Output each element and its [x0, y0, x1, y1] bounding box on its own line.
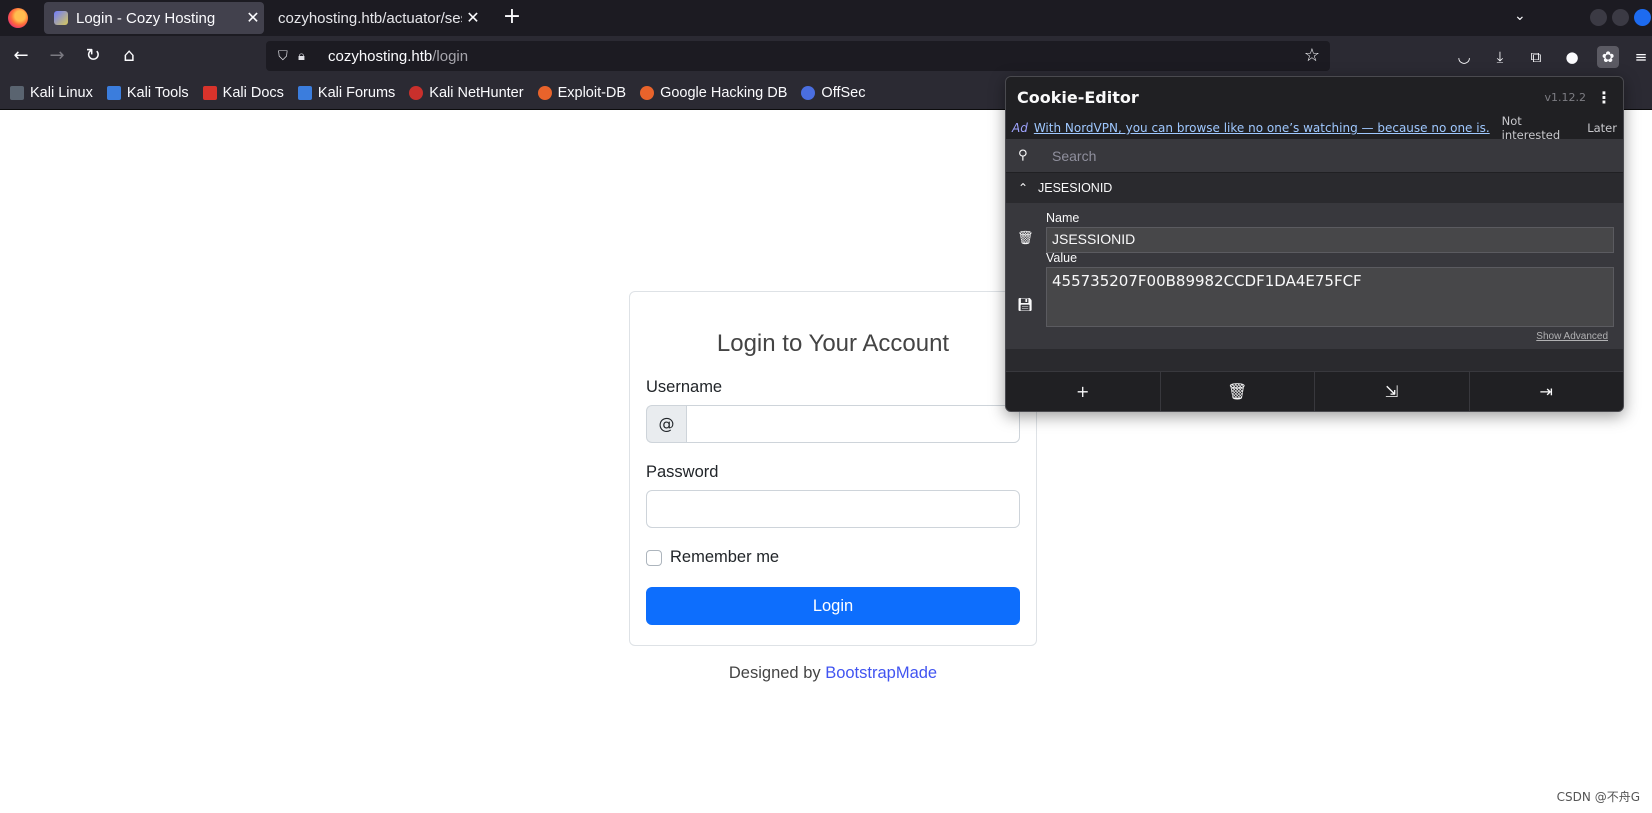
- password-label: Password: [646, 463, 719, 481]
- more-options-kebab-icon[interactable]: ⋮: [1596, 88, 1612, 107]
- at-sign-addon: @: [646, 405, 686, 443]
- show-advanced-link[interactable]: Show Advanced: [1536, 331, 1608, 342]
- list-all-tabs-chevron-icon[interactable]: ⌄: [1514, 8, 1526, 24]
- cookie-search-input[interactable]: Search: [1052, 148, 1096, 164]
- forward-arrow-icon[interactable]: →: [46, 46, 68, 68]
- cozy-hosting-favicon-icon: [54, 11, 68, 25]
- password-input[interactable]: [646, 490, 1020, 528]
- tracking-protection-shield-icon[interactable]: ⛉: [278, 49, 298, 64]
- bookmark-exploit-db[interactable]: Exploit-DB: [537, 85, 626, 101]
- search-icon: ⚲: [1018, 148, 1028, 163]
- cookie-editor-footer: + 🗑︎ ⇲ ⇥: [1006, 371, 1623, 411]
- cookie-editor-popup: Cookie-Editor v1.12.2 ⋮ Ad With NordVPN,…: [1005, 76, 1624, 412]
- credits-line: Designed by BootstrapMade: [629, 664, 1037, 683]
- nethunter-icon: [409, 85, 424, 100]
- tab-title: cozyhosting.htb/actuator/ses: [278, 9, 462, 27]
- remember-me-checkbox[interactable]: [646, 549, 662, 566]
- remember-me-row: Remember me: [646, 548, 1020, 567]
- cookie-editor-header: Cookie-Editor v1.12.2 ⋮: [1006, 77, 1623, 117]
- username-input-group: @: [646, 405, 1020, 443]
- offsec-icon: [801, 85, 816, 100]
- bookmark-google-hacking-db[interactable]: Google Hacking DB: [640, 85, 787, 101]
- import-cookies-icon[interactable]: ⇲: [1315, 372, 1470, 411]
- window-maximize-button[interactable]: [1612, 9, 1629, 26]
- ad-later-button[interactable]: Later: [1587, 121, 1617, 135]
- save-cookie-floppy-icon[interactable]: 💾︎: [1017, 298, 1034, 313]
- tab-title: Login - Cozy Hosting: [76, 9, 216, 27]
- back-arrow-icon[interactable]: ←: [10, 46, 32, 68]
- cookie-editor-title: Cookie-Editor: [1017, 87, 1139, 107]
- reload-icon[interactable]: ↻: [82, 46, 104, 68]
- bookmark-offsec[interactable]: OffSec: [801, 85, 865, 101]
- bootstrapmade-link[interactable]: BootstrapMade: [825, 664, 937, 682]
- chevron-up-icon[interactable]: ⌃: [1018, 181, 1038, 195]
- browser-tab-bar: Login - Cozy Hosting ✕ cozyhosting.htb/a…: [0, 0, 1652, 36]
- pocket-icon[interactable]: ◡: [1453, 46, 1475, 68]
- credits-prefix: Designed by: [728, 664, 826, 682]
- downloads-icon[interactable]: ⤓: [1489, 46, 1511, 68]
- login-button[interactable]: Login: [646, 587, 1020, 625]
- cookie-name-label: Name: [1046, 211, 1080, 225]
- address-bar[interactable]: ⛉ 🔒︎ cozyhosting.htb/login ☆: [266, 41, 1330, 71]
- bookmark-kali-linux[interactable]: Kali Linux: [10, 85, 93, 101]
- app-menu-hamburger-icon[interactable]: ≡: [1630, 46, 1652, 68]
- cookie-search-bar[interactable]: ⚲ Search: [1006, 139, 1623, 173]
- window-minimize-button[interactable]: [1590, 9, 1607, 26]
- cookie-row-header[interactable]: ⌃ JESESIONID: [1006, 173, 1623, 203]
- kali-tools-icon: [106, 85, 121, 100]
- tab-actuator-sessions[interactable]: cozyhosting.htb/actuator/ses ✕: [268, 2, 484, 34]
- tab-close-icon[interactable]: ✕: [242, 8, 264, 28]
- tab-login-cozy-hosting[interactable]: Login - Cozy Hosting ✕: [44, 2, 264, 34]
- bookmark-star-icon[interactable]: ☆: [1304, 45, 1320, 66]
- url-text[interactable]: cozyhosting.htb/login: [328, 48, 468, 65]
- cookie-name-field[interactable]: JSESSIONID: [1046, 227, 1614, 253]
- add-cookie-plus-icon[interactable]: +: [1006, 372, 1161, 411]
- ghdb-icon: [640, 85, 655, 100]
- tab-close-icon[interactable]: ✕: [462, 8, 484, 28]
- window-close-button[interactable]: [1634, 9, 1651, 26]
- ad-banner: Ad With NordVPN, you can browse like no …: [1006, 114, 1623, 142]
- bookmark-kali-tools[interactable]: Kali Tools: [106, 85, 189, 101]
- kali-docs-icon: [202, 85, 217, 100]
- extension-circle-icon[interactable]: ●: [1561, 46, 1583, 68]
- ad-not-interested-button[interactable]: Not interested: [1502, 114, 1576, 142]
- cookie-value-field[interactable]: 455735207F00B89982CCDF1DA4E75FCF: [1046, 267, 1614, 327]
- bookmark-kali-docs[interactable]: Kali Docs: [202, 85, 284, 101]
- bookmark-kali-forums[interactable]: Kali Forums: [297, 85, 395, 101]
- firefox-logo-icon[interactable]: [8, 8, 28, 28]
- extensions-puzzle-icon[interactable]: ⧉: [1525, 46, 1547, 68]
- csdn-watermark: CSDN @不舟G: [1556, 790, 1640, 804]
- cookie-editor-extension-icon[interactable]: ✿: [1597, 46, 1619, 68]
- cookie-editor-version: v1.12.2: [1544, 90, 1587, 104]
- home-icon[interactable]: ⌂: [118, 46, 140, 68]
- login-card: Login to Your Account Username @ Passwor…: [629, 291, 1037, 646]
- kali-forums-icon: [297, 85, 312, 100]
- new-tab-icon[interactable]: +: [500, 6, 524, 30]
- ad-tag: Ad: [1012, 121, 1028, 135]
- cookie-row-name[interactable]: JESESIONID: [1038, 181, 1112, 195]
- site-lock-icon[interactable]: 🔒︎: [298, 49, 318, 64]
- bookmark-kali-nethunter[interactable]: Kali NetHunter: [409, 85, 524, 101]
- export-cookies-icon[interactable]: ⇥: [1470, 372, 1624, 411]
- remember-me-label[interactable]: Remember me: [670, 548, 779, 567]
- ad-link[interactable]: With NordVPN, you can browse like no one…: [1034, 121, 1490, 135]
- username-input[interactable]: [686, 405, 1020, 443]
- login-heading: Login to Your Account: [716, 330, 950, 357]
- username-label: Username: [646, 378, 723, 396]
- cookie-value-label: Value: [1046, 251, 1078, 265]
- delete-cookie-trash-icon[interactable]: 🗑︎: [1017, 231, 1034, 246]
- cookie-detail-panel: 🗑︎ 💾︎ Name JSESSIONID Value 455735207F00…: [1006, 203, 1623, 349]
- exploit-db-icon: [537, 85, 552, 100]
- kali-dragon-icon: [10, 85, 24, 100]
- delete-all-trash-icon[interactable]: 🗑︎: [1161, 372, 1315, 411]
- browser-nav-bar: ← → ↻ ⌂ ⛉ 🔒︎ cozyhosting.htb/login ☆ ◡ ⤓…: [0, 36, 1652, 76]
